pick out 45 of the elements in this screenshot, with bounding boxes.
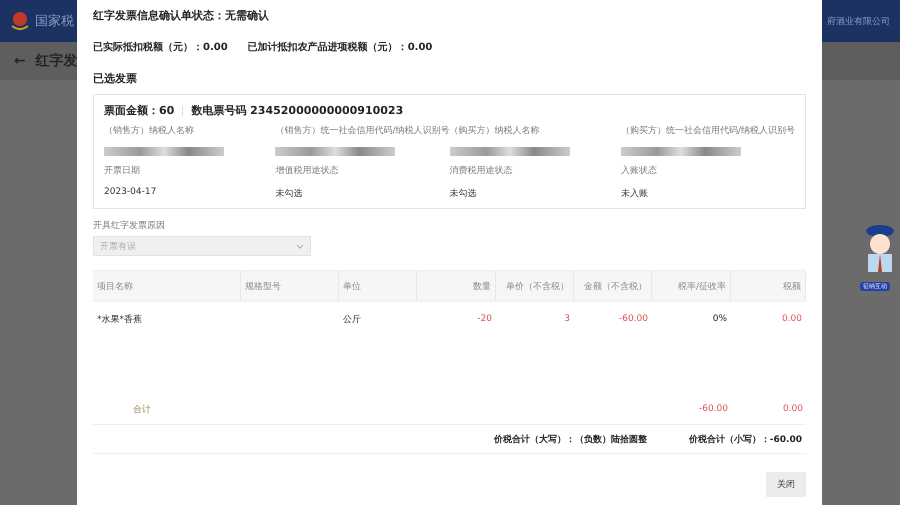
deduction-amount: 已加计抵扣农产品进项税额（元）：0.00 [248,40,432,54]
chevron-down-icon [296,244,304,248]
column-header: 金额（不含税） [574,270,652,302]
total-label: 合计 [132,404,152,416]
grand-total-figures: 价税合计（小写）：-60.00 [688,433,802,446]
field-label: （销售方）纳税人名称 [104,124,195,137]
field-label: （购买方）统一社会信用代码/纳税人识别号 [620,124,795,137]
close-button[interactable]: 关闭 [766,472,806,497]
grand-total-words: 价税合计（大写）：（负数）陆拾圆整 [494,433,647,446]
column-header: 项目名称 [93,270,241,302]
table-cell-text: 0% [712,313,728,326]
reason-label: 开具红字发票原因 [93,220,166,232]
column-header: 税率/征收率 [652,270,731,302]
column-header: 税额 [731,270,806,302]
column-header: 数量 [417,270,496,302]
table-cell-text: 公斤 [342,314,362,326]
emblem-icon [10,10,30,32]
table-cell-text: -20 [476,313,493,326]
site-title: 国家税 [10,10,74,32]
field-value: 未入账 [620,188,649,200]
field-value: 2023-04-17 [104,187,158,197]
column-header: 规格型号 [241,270,339,302]
total-amount: -60.00 [698,404,729,414]
field-label: （销售方）统一社会信用代码/纳税人识别号 [275,124,450,137]
total-tax: 0.00 [782,404,804,414]
field-label: 增值税用途状态 [275,164,340,177]
table-cell-text: *水果*香蕉 [96,314,143,326]
face-amount: 票面金额：60 [104,103,174,118]
field-label: 开票日期 [104,164,141,177]
column-header: 单价（不含税） [496,270,574,302]
field-value: 未勾选 [275,188,304,200]
column-header: 单位 [339,270,417,302]
field-value: 未勾选 [450,188,478,200]
page-title: 红字发 [36,52,78,70]
confirmation-status: 红字发票信息确认单状态：无需确认 [93,8,270,23]
company-name: 府酒业有限公司 [827,16,890,28]
table-cell-text: 3 [563,313,571,326]
section-title: 已选发票 [93,71,138,86]
field-label: （购买方）纳税人名称 [450,124,540,137]
table-cell-text: -60.00 [618,313,649,326]
table-cell-text: 0.00 [780,313,803,326]
field-label: 消费税用途状态 [450,164,514,177]
deduction-amount: 已实际抵扣税额（元）：0.00 [93,40,228,54]
invoice-number: 数电票号码 23452000000000910023 [191,103,404,118]
field-label: 入账状态 [620,164,658,177]
